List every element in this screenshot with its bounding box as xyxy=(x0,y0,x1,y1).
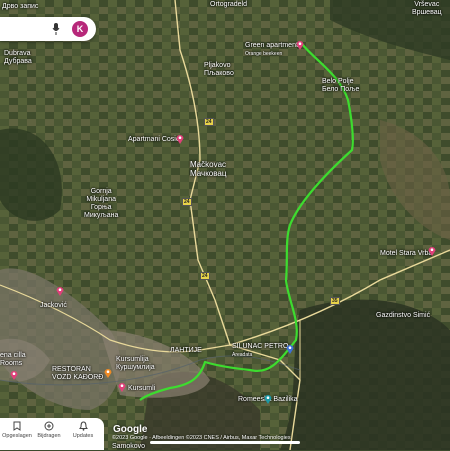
place-mackovac[interactable]: Mačkovac Мачковац xyxy=(190,160,226,178)
top-left-label: Дрво запис xyxy=(2,3,39,10)
place-green-apartment[interactable]: Green apartment Orange beekeen xyxy=(245,42,298,58)
home-indicator[interactable] xyxy=(150,441,300,444)
place-apartmani-cosic[interactable]: Apartmani Cosic xyxy=(128,136,179,144)
place-dubrava[interactable]: Dubrava Дубрава xyxy=(4,50,32,66)
status-strip: Дрво запис Ortogradeld Vrševac Вршевац xyxy=(0,0,450,16)
plus-circle-icon xyxy=(44,421,54,431)
pin-icon[interactable] xyxy=(176,134,184,144)
nav-saved[interactable]: Opgeslagen xyxy=(0,421,34,439)
top-center-label: Ortogradeld xyxy=(210,1,247,8)
landmark-pin-icon[interactable] xyxy=(264,394,272,404)
place-kursumlija[interactable]: Kursumlija Куршумлија xyxy=(116,356,155,372)
place-gornja-mikuljana[interactable]: Gornja Mikuljana Горња Микуљана xyxy=(84,188,118,220)
top-right-label: Vrševac Вршевац xyxy=(412,1,442,16)
place-lantije[interactable]: ЛАНТИЈЕ xyxy=(170,347,202,355)
place-pljakovo[interactable]: Pljakovo Пљаково xyxy=(204,62,234,78)
mic-icon[interactable] xyxy=(52,23,60,35)
road-shield: 24 xyxy=(182,198,192,206)
pin-icon[interactable] xyxy=(118,382,126,392)
pin-icon[interactable] xyxy=(428,246,436,256)
pin-icon[interactable] xyxy=(56,286,64,296)
search-bar[interactable]: K xyxy=(0,17,96,41)
bottom-nav: Opgeslagen Bijdragen Updates xyxy=(0,418,104,450)
restaurant-pin-icon[interactable] xyxy=(104,368,112,378)
fuel-pin-icon[interactable] xyxy=(286,344,294,354)
nav-updates[interactable]: Updates xyxy=(66,421,100,439)
place-silunac-petro[interactable]: SILUNAC PETRO Areadata xyxy=(232,343,288,359)
google-logo: Google xyxy=(113,424,148,435)
place-belo-polje[interactable]: Belo Polje Бело Поље xyxy=(322,78,359,94)
place-cilla-rooms[interactable]: ena cilla Rooms xyxy=(0,352,26,368)
pin-icon[interactable] xyxy=(10,370,18,380)
road-shield: 24 xyxy=(200,272,210,280)
account-avatar[interactable]: K xyxy=(72,21,88,37)
place-motel-stara-vrba[interactable]: Motel Stara Vrba xyxy=(380,250,432,258)
place-kursumli[interactable]: Kursumli xyxy=(128,385,155,393)
pin-icon[interactable] xyxy=(296,40,304,50)
bookmark-icon xyxy=(13,421,21,431)
place-gazdinstvo-simic[interactable]: Gazdinstvo Simić xyxy=(376,312,430,320)
place-restoran[interactable]: RESTORAN VOZD KAĐORĐ xyxy=(52,366,103,382)
nav-contribute[interactable]: Bijdragen xyxy=(32,421,66,439)
place-jackovic[interactable]: Jacković xyxy=(40,302,67,310)
road-shield: 24 xyxy=(204,118,214,126)
road-shield: 35 xyxy=(330,297,340,305)
bell-icon xyxy=(78,421,88,431)
